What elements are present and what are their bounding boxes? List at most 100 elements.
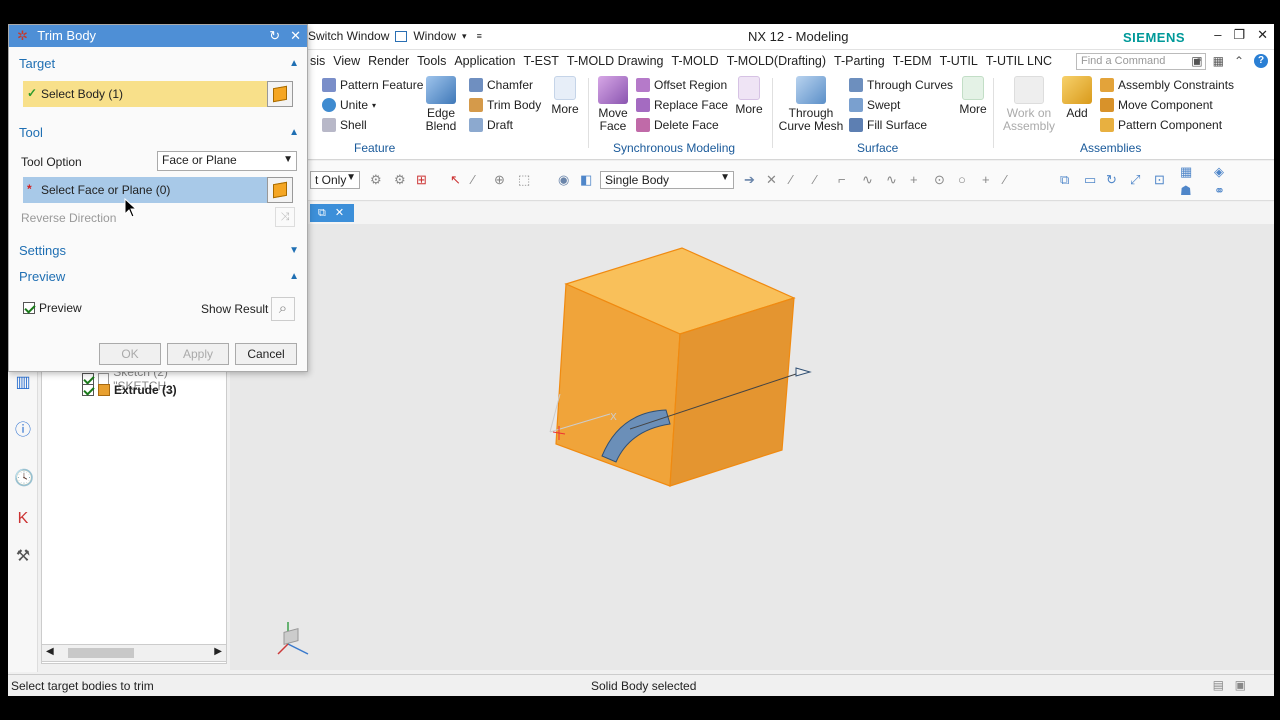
snap-icon[interactable]: ○ bbox=[958, 172, 966, 187]
menu-item-t-est[interactable]: T-EST bbox=[524, 54, 559, 68]
menu-item-render[interactable]: Render bbox=[368, 54, 409, 68]
menu-item-t-edm[interactable]: T-EDM bbox=[893, 54, 932, 68]
menu-item-application[interactable]: Application bbox=[454, 54, 515, 68]
select-edge-icon[interactable]: ⁄ bbox=[472, 172, 474, 187]
scroll-left-icon[interactable]: ◀ bbox=[46, 646, 54, 657]
collapse-up-icon[interactable]: ▲ bbox=[289, 127, 299, 138]
settings-section-header[interactable]: Settings bbox=[19, 243, 66, 258]
rotate-icon[interactable]: ↻ bbox=[1106, 172, 1117, 188]
move-face-button[interactable]: Move Face bbox=[593, 76, 633, 133]
snap-icon[interactable]: ⊙ bbox=[934, 172, 945, 188]
menu-item-t-util[interactable]: T-UTIL bbox=[940, 54, 978, 68]
chevron-down-icon[interactable]: ▾ bbox=[462, 31, 467, 42]
menu-item-t-util-lnc[interactable]: T-UTIL LNC bbox=[986, 54, 1052, 68]
dialog-title-bar[interactable]: ✲ Trim Body ↻ ✕ bbox=[9, 25, 307, 47]
unite-button[interactable]: Unite ▾ bbox=[322, 98, 376, 112]
preview-checkbox-row[interactable]: Preview bbox=[23, 301, 82, 315]
switch-window-button[interactable]: Switch Window bbox=[308, 29, 389, 43]
pan-icon[interactable]: ⤢ bbox=[1130, 172, 1140, 188]
menu-item-t-mold-drawing[interactable]: T-MOLD Drawing bbox=[567, 54, 664, 68]
offset-region-button[interactable]: Offset Region bbox=[636, 78, 727, 92]
snap-icon[interactable]: ∿ bbox=[886, 172, 897, 188]
scroll-right-icon[interactable]: ▶ bbox=[214, 646, 222, 657]
view-icon[interactable]: ◉ bbox=[558, 172, 569, 188]
edge-blend-button[interactable]: Edge Blend bbox=[420, 76, 462, 133]
selection-scope-icon[interactable]: ⊞ bbox=[416, 172, 427, 188]
graphics-viewport[interactable]: X bbox=[230, 224, 1274, 670]
fit-view-icon[interactable]: ⧉ bbox=[1060, 172, 1069, 188]
tool-option-select[interactable]: Face or Plane ▼ bbox=[157, 151, 297, 171]
sync-more-button[interactable]: More bbox=[732, 76, 766, 116]
draft-button[interactable]: Draft bbox=[469, 118, 513, 132]
find-command-input[interactable]: Find a Command ⌕ bbox=[1076, 53, 1206, 70]
close-icon[interactable]: ✕ bbox=[1257, 27, 1268, 43]
close-icon[interactable]: ✕ bbox=[335, 207, 344, 219]
menu-item-tools[interactable]: Tools bbox=[417, 54, 446, 68]
snap-icon[interactable]: ✕ bbox=[766, 172, 777, 188]
help-icon[interactable]: ? bbox=[1254, 54, 1268, 68]
type-filter-select[interactable]: t Only ▼ bbox=[310, 171, 360, 189]
select-body-cube-icon[interactable] bbox=[267, 81, 293, 107]
gear-icon[interactable]: ✲ bbox=[17, 28, 28, 43]
snap-icon[interactable]: ⁄ bbox=[790, 172, 792, 187]
reset-icon[interactable]: ↻ bbox=[269, 28, 280, 44]
arrow-icon[interactable]: ➔ bbox=[744, 172, 755, 188]
scroll-thumb[interactable] bbox=[68, 648, 134, 658]
collapse-ribbon-icon[interactable]: ⌃ bbox=[1234, 54, 1244, 68]
navigator-scrollbar[interactable]: ◀ ▶ bbox=[41, 644, 227, 662]
visibility-checkbox[interactable] bbox=[82, 384, 94, 396]
menu-item-sis[interactable]: sis bbox=[310, 54, 325, 68]
display-icon[interactable]: ⚭ bbox=[1214, 183, 1225, 199]
through-curve-mesh-button[interactable]: Through Curve Mesh bbox=[778, 76, 844, 133]
reverse-direction-icon[interactable]: ⤨ bbox=[275, 207, 295, 227]
window-arrange-icon[interactable]: ▦ bbox=[1213, 54, 1224, 68]
menu-item-view[interactable]: View bbox=[333, 54, 360, 68]
through-curves-button[interactable]: Through Curves bbox=[849, 78, 953, 92]
pattern-feature-button[interactable]: Pattern Feature bbox=[322, 78, 423, 92]
window-menu[interactable]: Window bbox=[413, 29, 456, 43]
body-rule-select[interactable]: Single Body ▼ bbox=[600, 171, 734, 189]
swept-button[interactable]: Swept bbox=[849, 98, 900, 112]
show-result-magnifier-icon[interactable]: ⌕ bbox=[271, 297, 295, 321]
part-navigator-icon[interactable]: ▥ bbox=[14, 374, 32, 392]
trim-body-button[interactable]: Trim Body bbox=[469, 98, 541, 112]
assembly-constraints-button[interactable]: Assembly Constraints bbox=[1100, 78, 1234, 92]
feature-more-button[interactable]: More bbox=[548, 76, 582, 116]
preview-section-header[interactable]: Preview bbox=[19, 269, 65, 284]
close-icon[interactable]: ✕ bbox=[290, 28, 301, 44]
minimize-icon[interactable]: – bbox=[1214, 27, 1221, 43]
select-face-row[interactable]: * Select Face or Plane (0) bbox=[23, 177, 293, 203]
target-section-header[interactable]: Target bbox=[19, 56, 55, 71]
select-body-row[interactable]: ✓ Select Body (1) bbox=[23, 81, 293, 107]
solid-body-icon[interactable]: ◧ bbox=[580, 172, 592, 188]
menu-item-t-parting[interactable]: T-Parting bbox=[834, 54, 885, 68]
model-tab[interactable]: ⧉ ✕ bbox=[310, 204, 354, 222]
snap-icon[interactable]: + bbox=[982, 172, 990, 187]
snap-icon[interactable]: + bbox=[910, 172, 918, 187]
collapse-up-icon[interactable]: ▲ bbox=[289, 271, 299, 282]
fill-surface-button[interactable]: Fill Surface bbox=[849, 118, 927, 132]
restore-icon[interactable]: ❐ bbox=[1233, 27, 1245, 43]
select-face-cube-icon[interactable] bbox=[267, 177, 293, 203]
collapse-up-icon[interactable]: ▲ bbox=[289, 58, 299, 69]
ok-button[interactable]: OK bbox=[99, 343, 161, 365]
reuse-library-icon[interactable]: K bbox=[14, 510, 32, 528]
customize-icon[interactable]: ≡ bbox=[477, 31, 482, 41]
ribbon-options-icon[interactable]: ▣ bbox=[1191, 54, 1202, 68]
select-body-field[interactable]: ✓ Select Body (1) bbox=[23, 81, 267, 107]
move-component-button[interactable]: Move Component bbox=[1100, 98, 1213, 112]
snap-icon[interactable]: ⁄ bbox=[1004, 172, 1006, 187]
pattern-component-button[interactable]: Pattern Component bbox=[1100, 118, 1222, 132]
delete-face-button[interactable]: Delete Face bbox=[636, 118, 719, 132]
select-point-icon[interactable]: ↖ bbox=[450, 172, 461, 188]
apply-button[interactable]: Apply bbox=[167, 343, 229, 365]
roles-icon[interactable]: ⚒ bbox=[14, 548, 32, 566]
status-icon[interactable]: ▣ bbox=[1235, 678, 1246, 692]
menu-item-t-mold[interactable]: T-MOLD bbox=[671, 54, 718, 68]
layout-icon[interactable]: ▦ bbox=[1180, 164, 1192, 180]
shell-button[interactable]: Shell bbox=[322, 118, 367, 132]
select-face-icon[interactable]: ⊕ bbox=[494, 172, 505, 188]
snap-icon[interactable]: ⁄ bbox=[814, 172, 816, 187]
chamfer-button[interactable]: Chamfer bbox=[469, 78, 533, 92]
expand-down-icon[interactable]: ▼ bbox=[289, 245, 299, 256]
